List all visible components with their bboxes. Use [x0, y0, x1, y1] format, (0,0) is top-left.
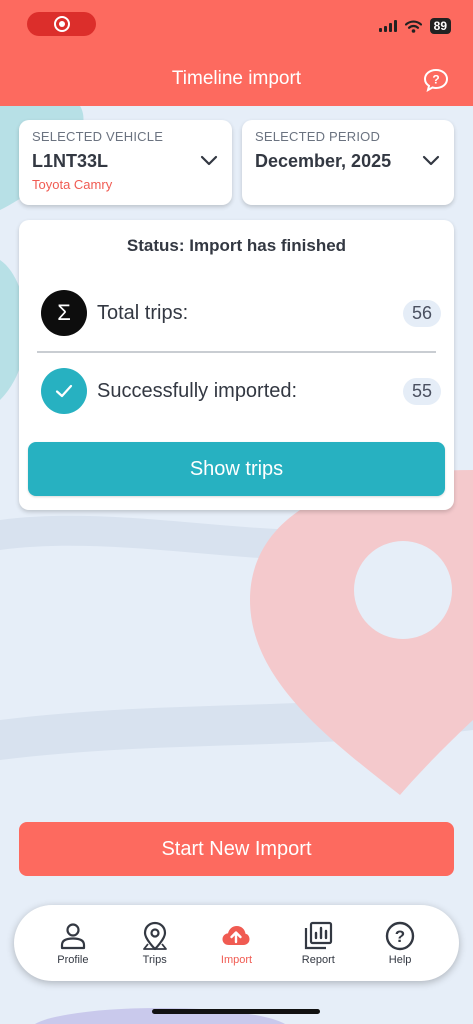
nav-item-help[interactable]: ? Help — [365, 920, 435, 966]
total-trips-row: Σ Total trips: 56 — [41, 290, 441, 336]
sigma-icon: Σ — [41, 290, 87, 336]
vehicle-selector-label: SELECTED VEHICLE — [32, 129, 164, 144]
help-icon: ? — [385, 921, 415, 951]
nav-item-label: Profile — [57, 954, 89, 966]
import-status-card: Status: Import has finished Σ Total trip… — [19, 220, 454, 510]
successfully-imported-label: Successfully imported: — [97, 379, 298, 402]
page-title: Timeline import — [171, 68, 302, 89]
nav-item-profile[interactable]: Profile — [38, 920, 108, 966]
nav-item-label: Trips — [142, 954, 167, 966]
total-trips-label: Total trips: — [97, 301, 189, 324]
chevron-down-icon — [200, 155, 218, 166]
check-icon — [41, 368, 87, 414]
import-status-title: Status: Import has finished — [126, 236, 347, 255]
wifi-icon — [404, 19, 422, 33]
battery-level: 89 — [429, 18, 451, 34]
cloud-upload-icon — [222, 926, 250, 945]
total-trips-count: 56 — [402, 299, 441, 327]
successfully-imported-count: 55 — [402, 377, 441, 405]
nav-item-report[interactable]: Report — [283, 920, 353, 966]
nav-item-label: Help — [388, 954, 412, 966]
start-new-import-button[interactable]: Start New Import — [19, 822, 454, 876]
bottom-navigation: Profile Trips Import Report ? Help — [14, 905, 459, 981]
vehicle-model: Toyota Camry — [32, 177, 113, 192]
period-value: December, 2025 — [255, 151, 392, 171]
successfully-imported-row: Successfully imported: 55 — [41, 368, 441, 414]
vehicle-plate: L1NT33L — [32, 151, 109, 171]
status-icons: 89 — [378, 18, 451, 34]
screen-recording-indicator[interactable] — [27, 12, 96, 36]
report-chart-icon — [305, 921, 333, 950]
nav-item-label: Import — [220, 954, 253, 966]
chevron-down-icon — [422, 155, 440, 166]
map-pin-icon — [142, 921, 167, 951]
divider — [37, 351, 436, 353]
person-icon — [60, 923, 85, 950]
svg-text:?: ? — [432, 73, 439, 87]
home-indicator[interactable] — [152, 1009, 320, 1014]
vehicle-selector[interactable]: SELECTED VEHICLE L1NT33L Toyota Camry — [19, 120, 232, 205]
record-icon — [53, 16, 70, 32]
period-selector[interactable]: SELECTED PERIOD December, 2025 — [242, 120, 454, 205]
nav-item-trips[interactable]: Trips — [120, 920, 190, 966]
chat-help-icon[interactable]: ? — [423, 68, 449, 92]
nav-item-import[interactable]: Import — [201, 920, 271, 966]
cellular-signal-icon — [378, 20, 397, 32]
nav-item-label: Report — [301, 954, 335, 966]
svg-text:?: ? — [395, 927, 405, 946]
period-selector-label: SELECTED PERIOD — [255, 129, 381, 144]
app-header: 89 Timeline import ? — [0, 0, 473, 106]
show-trips-button[interactable]: Show trips — [28, 442, 445, 496]
